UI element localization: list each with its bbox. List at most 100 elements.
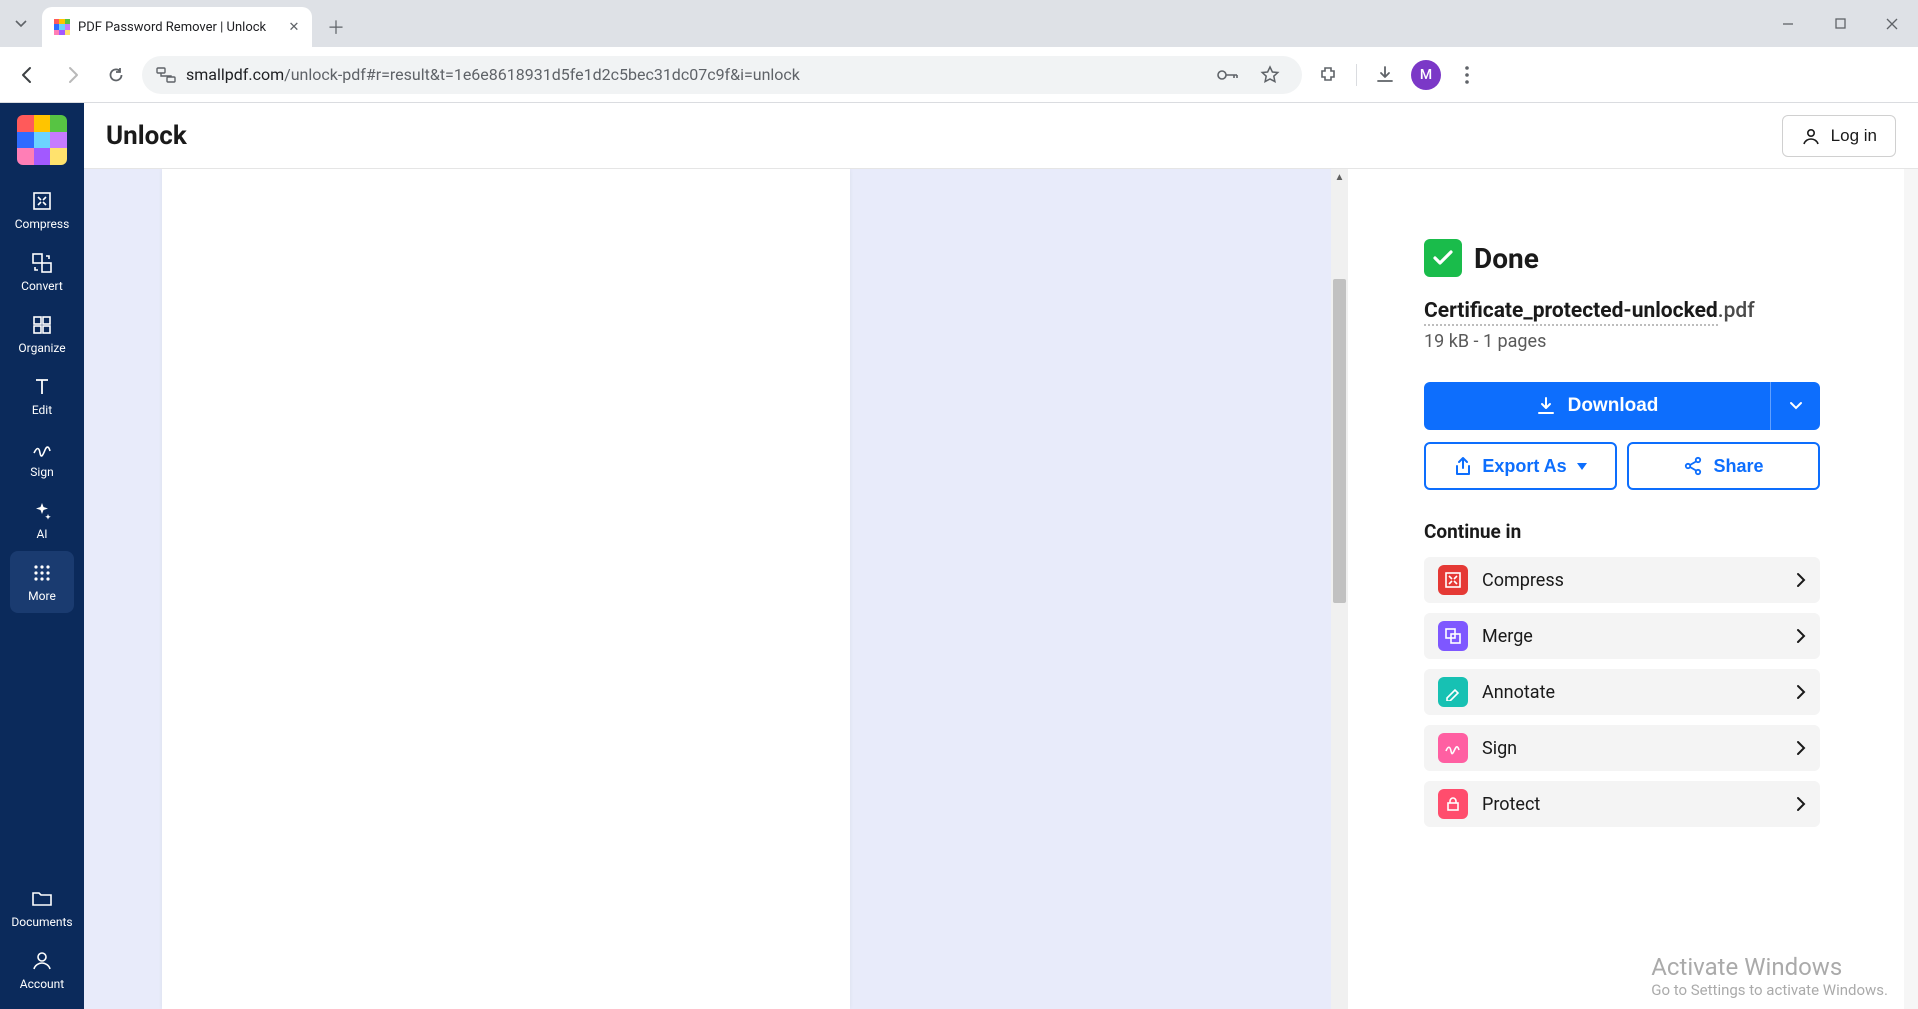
ai-sparkle-icon bbox=[30, 499, 54, 523]
sign-tool-icon bbox=[1438, 733, 1468, 763]
share-label: Share bbox=[1713, 456, 1763, 477]
sidebar-label: Convert bbox=[21, 279, 63, 293]
smallpdf-logo-icon[interactable] bbox=[17, 115, 67, 165]
account-icon bbox=[30, 949, 54, 973]
toolbar-separator bbox=[1356, 64, 1357, 86]
address-bar[interactable]: smallpdf.com/unlock-pdf#r=result&t=1e6e8… bbox=[142, 56, 1302, 94]
sidebar-item-compress[interactable]: Compress bbox=[10, 179, 74, 241]
window-controls bbox=[1762, 0, 1918, 47]
downloads-icon[interactable] bbox=[1367, 57, 1403, 93]
chevron-down-icon bbox=[1789, 399, 1803, 413]
chevron-right-icon bbox=[1796, 684, 1806, 700]
filename-ext: .pdf bbox=[1718, 299, 1755, 323]
filename-base: Certificate_protected-unlocked bbox=[1424, 299, 1718, 326]
export-label: Export As bbox=[1482, 456, 1566, 477]
browser-tab[interactable]: PDF Password Remover | Unlock ✕ bbox=[42, 7, 312, 47]
smallpdf-favicon-icon bbox=[54, 19, 70, 35]
sidebar-label: Organize bbox=[18, 341, 65, 355]
sidebar-item-documents[interactable]: Documents bbox=[10, 877, 74, 939]
sidebar-item-sign[interactable]: Sign bbox=[10, 427, 74, 489]
continue-item-sign[interactable]: Sign bbox=[1424, 725, 1820, 771]
url-text: smallpdf.com/unlock-pdf#r=result&t=1e6e8… bbox=[186, 65, 1200, 84]
sidebar-label: Documents bbox=[11, 915, 72, 929]
success-check-icon bbox=[1424, 239, 1462, 277]
continue-item-annotate[interactable]: Annotate bbox=[1424, 669, 1820, 715]
tab-search-dropdown[interactable] bbox=[0, 0, 42, 47]
merge-tool-icon bbox=[1438, 621, 1468, 651]
sidebar-label: Sign bbox=[30, 465, 53, 479]
browser-tabstrip: PDF Password Remover | Unlock ✕ ＋ bbox=[0, 0, 1918, 47]
done-heading: Done bbox=[1474, 242, 1539, 275]
bookmark-star-icon[interactable] bbox=[1252, 57, 1288, 93]
document-preview[interactable]: ▲ bbox=[84, 169, 1348, 1009]
continue-heading: Continue in bbox=[1424, 520, 1858, 543]
export-as-button[interactable]: Export As bbox=[1424, 442, 1617, 490]
window-maximize-button[interactable] bbox=[1814, 0, 1866, 47]
sidebar-item-account[interactable]: Account bbox=[10, 939, 74, 1001]
continue-label: Protect bbox=[1482, 794, 1782, 815]
tab-title: PDF Password Remover | Unlock bbox=[78, 20, 278, 35]
protect-tool-icon bbox=[1438, 789, 1468, 819]
extensions-icon[interactable] bbox=[1310, 57, 1346, 93]
sidebar-label: AI bbox=[36, 527, 47, 541]
pdf-page bbox=[162, 169, 850, 1009]
panel-scrollbar[interactable] bbox=[1904, 169, 1918, 1009]
continue-item-protect[interactable]: Protect bbox=[1424, 781, 1820, 827]
sidebar-item-more[interactable]: More bbox=[10, 551, 74, 613]
scrollbar-thumb[interactable] bbox=[1333, 279, 1346, 603]
organize-icon bbox=[30, 313, 54, 337]
download-menu-button[interactable] bbox=[1770, 382, 1820, 430]
sidebar-label: Account bbox=[20, 977, 64, 991]
convert-icon bbox=[30, 251, 54, 275]
sidebar-label: Edit bbox=[32, 403, 52, 417]
app-header: Unlock Log in bbox=[84, 103, 1918, 169]
download-icon bbox=[1536, 396, 1556, 416]
sidebar-item-convert[interactable]: Convert bbox=[10, 241, 74, 303]
folder-icon bbox=[30, 887, 54, 911]
new-tab-button[interactable]: ＋ bbox=[320, 11, 352, 43]
sidebar-item-organize[interactable]: Organize bbox=[10, 303, 74, 365]
result-panel: Done Certificate_protected-unlocked.pdf … bbox=[1348, 169, 1918, 1009]
chevron-right-icon bbox=[1796, 796, 1806, 812]
window-close-button[interactable] bbox=[1866, 0, 1918, 47]
compress-icon bbox=[30, 189, 54, 213]
nav-back-button[interactable] bbox=[10, 57, 46, 93]
filename[interactable]: Certificate_protected-unlocked.pdf bbox=[1424, 299, 1858, 323]
login-button[interactable]: Log in bbox=[1782, 115, 1896, 157]
download-button[interactable]: Download bbox=[1424, 382, 1770, 430]
continue-label: Annotate bbox=[1482, 682, 1782, 703]
continue-item-compress[interactable]: Compress bbox=[1424, 557, 1820, 603]
login-label: Log in bbox=[1831, 126, 1877, 146]
share-button[interactable]: Share bbox=[1627, 442, 1820, 490]
user-icon bbox=[1801, 126, 1821, 146]
compress-tool-icon bbox=[1438, 565, 1468, 595]
browser-toolbar: smallpdf.com/unlock-pdf#r=result&t=1e6e8… bbox=[0, 47, 1918, 103]
annotate-tool-icon bbox=[1438, 677, 1468, 707]
content-area: ▲ Done Certificate_protected-unlocked.pd… bbox=[84, 169, 1918, 1009]
share-icon bbox=[1683, 456, 1703, 476]
sidebar-label: Compress bbox=[15, 217, 70, 231]
chevron-right-icon bbox=[1796, 628, 1806, 644]
site-info-icon[interactable] bbox=[156, 66, 176, 84]
continue-label: Merge bbox=[1482, 626, 1782, 647]
profile-avatar-button[interactable]: M bbox=[1411, 60, 1441, 90]
nav-reload-button[interactable] bbox=[98, 57, 134, 93]
scrollbar-up-icon[interactable]: ▲ bbox=[1331, 169, 1348, 186]
chevron-right-icon bbox=[1796, 740, 1806, 756]
tab-close-icon[interactable]: ✕ bbox=[286, 19, 302, 35]
page-title: Unlock bbox=[106, 121, 187, 151]
nav-forward-button[interactable] bbox=[54, 57, 90, 93]
download-label: Download bbox=[1568, 395, 1659, 417]
export-icon bbox=[1454, 456, 1472, 476]
continue-label: Compress bbox=[1482, 570, 1782, 591]
window-minimize-button[interactable] bbox=[1762, 0, 1814, 47]
continue-item-merge[interactable]: Merge bbox=[1424, 613, 1820, 659]
preview-scrollbar[interactable]: ▲ bbox=[1331, 169, 1348, 1009]
sign-icon bbox=[30, 437, 54, 461]
sidebar-item-edit[interactable]: Edit bbox=[10, 365, 74, 427]
password-key-icon[interactable] bbox=[1210, 57, 1246, 93]
left-sidebar: Compress Convert Organize Edit Sign AI M… bbox=[0, 103, 84, 1009]
chrome-menu-icon[interactable] bbox=[1449, 57, 1485, 93]
sidebar-item-ai[interactable]: AI bbox=[10, 489, 74, 551]
grid-more-icon bbox=[30, 561, 54, 585]
